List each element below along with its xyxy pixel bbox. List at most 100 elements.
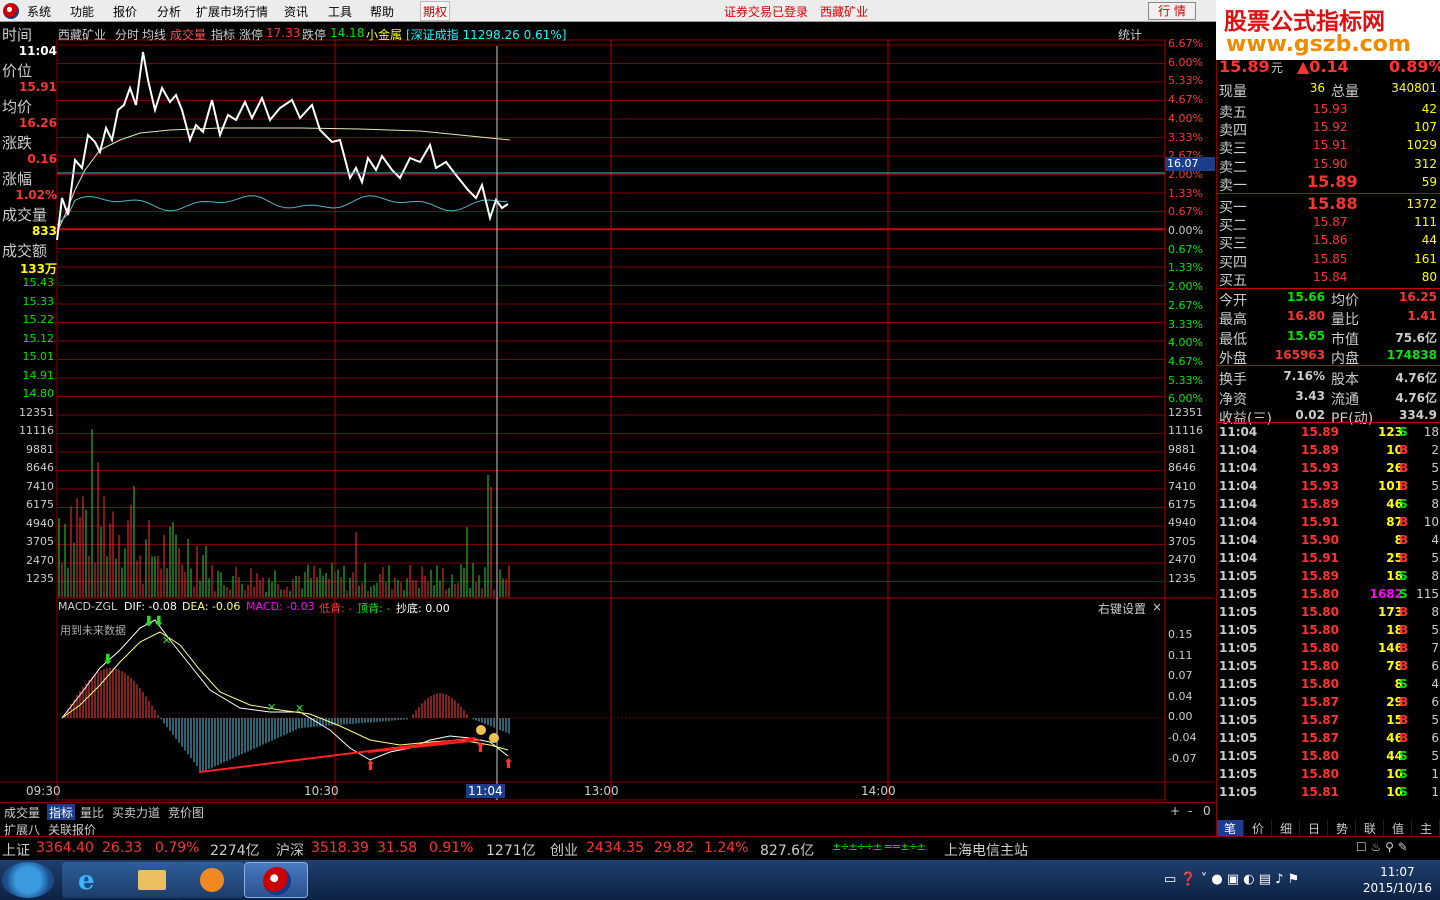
avgline-label[interactable]: 均线 [142,26,166,43]
index-name[interactable]: 创业 [550,840,578,860]
macd-name[interactable]: MACD-ZGL [58,600,117,613]
right-tab[interactable]: 价 [1245,820,1272,836]
change-value: 0.16 [27,152,57,166]
tray-icons[interactable]: ▭ ❓ ˅ ● ▣ ◐ ▤ ♪ ⚑ [1164,872,1299,887]
zoom-in-button[interactable]: + [1168,804,1182,818]
tick-volume: 18 [1386,623,1403,637]
buy-row[interactable]: 买五 15.84 80 [1217,269,1440,289]
volume-label[interactable]: 成交量 [170,26,206,43]
stat-label: 净资 [1219,391,1247,408]
tick-time: 11:05 [1219,605,1258,619]
sell-row[interactable]: 卖三 15.91 1029 [1217,137,1440,157]
tick-time: 11:04 [1219,443,1258,457]
menu-system[interactable]: 系统 [27,3,51,20]
index-name[interactable]: 上证 [2,840,30,860]
menu-news[interactable]: 资讯 [284,3,308,20]
fenshi-label[interactable]: 分时 [115,26,139,43]
indicator-label[interactable]: 指标 [211,26,235,43]
yaxis-left-label: 11116 [19,424,54,437]
vol-label: 成交量 [2,206,48,224]
stat-row: 净资 3.43 流通 4.76亿 [1217,388,1440,408]
pct-value: 1.02% [15,188,57,202]
menu-quote[interactable]: 报价 [113,3,137,20]
yaxis-left-label: 1235 [26,572,54,585]
tab-volume-ratio[interactable]: 量比 [78,804,106,821]
menu-ext-market[interactable]: 扩展市场行情 [196,3,268,20]
stat-value: 75.6亿 [1395,330,1437,345]
menu-analysis[interactable]: 分析 [157,3,181,20]
close-icon[interactable]: × [1152,600,1162,614]
current-stock: 西藏矿业 [820,5,869,19]
start-button[interactable] [2,862,54,898]
cross-icon: ✕ [162,634,171,647]
right-tab[interactable]: 细 [1273,820,1300,836]
yaxis-right-label: 0.00% [1168,224,1203,237]
tick-time: 11:05 [1219,677,1258,691]
sell-row[interactable]: 卖五 15.93 42 [1217,101,1440,121]
quote-summary: 15.89 元 ▲0.14 0.89% [1217,57,1440,76]
media-player-icon[interactable] [180,862,244,898]
stat-value: 1.41 [1407,309,1437,324]
tab-indicator[interactable]: 指标 [47,804,76,821]
tab-buy-sell-force[interactable]: 买卖力道 [110,804,162,821]
future-data-note: 用到未来数据 [60,624,126,637]
right-tab[interactable]: 笔 [1217,820,1244,836]
tick-volume: 10 [1386,767,1403,781]
right-click-settings[interactable]: 右键设置 [1098,600,1146,617]
stat-label: 换手 [1219,372,1247,389]
stock-app-icon[interactable] [244,862,308,898]
tick-price: 15.80 [1301,749,1339,763]
menu-tools[interactable]: 工具 [328,3,352,20]
tick-time: 11:05 [1219,695,1258,709]
tick-time: 11:05 [1219,749,1258,763]
yaxis-left-label: 15.43 [22,276,55,289]
server-name[interactable]: 上海电信主站 [944,840,1028,860]
windows-taskbar: e ▭ ❓ ˅ ● ▣ ◐ ▤ ♪ ⚑ 11:07 2015/10/16 [0,860,1440,900]
stat-value: 174838 [1386,347,1437,362]
options-button[interactable]: 期权 [420,1,450,21]
sector-label[interactable]: 小金属 [366,26,402,43]
quote-button[interactable]: 行 情 [1148,2,1196,20]
tick-row: 11:05 15.80 18 B 5 [1217,622,1440,640]
intraday-chart[interactable]: ⬇⬇⬇⬆⬆⬆✕✕ ✕ [0,22,1214,802]
tab-volume[interactable]: 成交量 [2,804,42,821]
buy-row[interactable]: 买一 15.88 1372 [1217,194,1440,216]
order-volume: 1372 [1406,197,1437,211]
tick-price: 15.87 [1301,731,1339,745]
right-tab[interactable]: 主 [1413,820,1440,836]
buy-row[interactable]: 买四 15.85 161 [1217,251,1440,271]
tab-auction[interactable]: 竞价图 [166,804,206,821]
order-price: 15.91 [1313,138,1348,153]
buy-row[interactable]: 买三 15.86 44 [1217,232,1440,252]
ie-icon[interactable]: e [62,862,126,898]
stat-label: 股本 [1331,372,1359,389]
menu-help[interactable]: 帮助 [370,3,394,20]
sell-row[interactable]: 卖四 15.92 107 [1217,119,1440,139]
status-icons[interactable]: ☐ ♨ ⚲ ✎ [1356,840,1408,854]
tick-volume: 26 [1386,461,1403,475]
app-logo-icon[interactable] [3,3,19,19]
green-arrow-icon: ⬇ [153,614,165,630]
tick-time: 11:05 [1219,713,1258,727]
sell-row[interactable]: 卖一 15.89 59 [1217,172,1440,194]
tick-price: 15.89 [1301,497,1339,511]
right-tab[interactable]: 联 [1357,820,1384,836]
tick-side: B [1399,461,1409,475]
buy-row[interactable]: 买二 15.87 111 [1217,214,1440,234]
explorer-icon[interactable] [120,862,184,898]
stat-value: 3.43 [1295,388,1325,403]
index-bar: 上证 3364.40 26.33 0.79% 2274亿 沪深 3518.39 … [0,836,1440,860]
system-clock[interactable]: 11:07 2015/10/16 [1363,864,1432,896]
right-tab[interactable]: 势 [1329,820,1356,836]
stat-value: 7.16% [1283,369,1325,384]
menu-function[interactable]: 功能 [70,3,94,20]
right-tab[interactable]: 值 [1385,820,1412,836]
stats-button[interactable]: 统计 [1118,26,1142,43]
tick-volume: 8 [1394,677,1403,691]
zoom-out-button[interactable]: - [1186,804,1194,818]
yaxis-right-label: 6.67% [1168,37,1203,50]
tick-count: 115 [1416,587,1439,601]
index-name[interactable]: 沪深 [276,840,304,860]
cur-vol: 36 [1309,81,1325,95]
right-tab[interactable]: 日 [1301,820,1328,836]
